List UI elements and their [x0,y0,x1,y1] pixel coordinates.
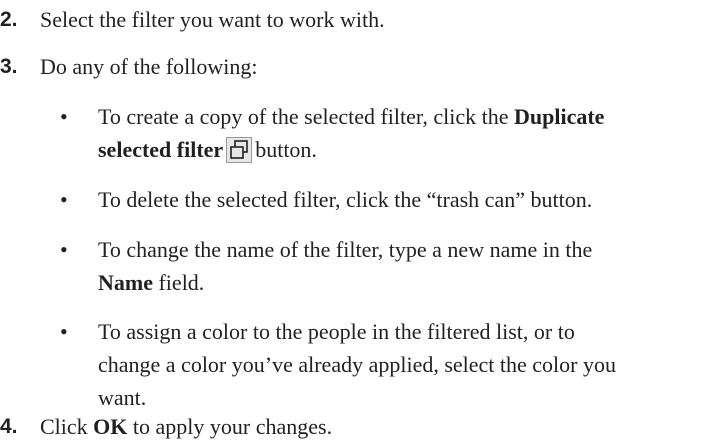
bullet-line: To create a copy of the selected filter,… [98,100,604,133]
bullet-marker: • [60,104,68,129]
bullet-text: To delete the selected filter, click the… [98,183,592,216]
text-run: To create a copy of the selected filter,… [98,104,514,129]
bullet-marker: • [60,187,68,212]
bullet-marker: • [60,319,68,344]
ui-label-name: Name [98,270,153,295]
step-number: 2. [0,8,18,31]
bullet-line: change a color you’ve already applied, s… [98,352,616,377]
ui-label-ok: OK [93,414,128,439]
bullet-line: Name field. [98,266,592,299]
ui-label-duplicate: Duplicate [513,104,605,129]
bullet-text: To assign a color to the people in the f… [98,315,616,414]
bullet-line: selected filter button. [98,133,604,166]
ui-label-selected-filter: selected filter [98,137,224,162]
step-number: 3. [0,55,18,78]
text-run: field. [152,270,205,295]
bullet-line: To change the name of the filter, type a… [98,237,593,262]
bullet-text: To change the name of the filter, type a… [98,233,592,299]
bullet-line: To assign a color to the people in the f… [98,319,575,344]
bullet-text: To create a copy of the selected filter,… [98,100,604,166]
step-text: Select the filter you want to work with. [40,7,385,32]
bullet-marker: • [60,237,68,262]
step-number: 4. [0,415,18,438]
text-run: to apply your changes. [127,414,333,439]
text-run: button. [255,137,317,162]
bullet-line: want. [98,385,147,410]
step-text: Click OK to apply your changes. [40,412,332,442]
text-run: Click [40,414,94,439]
duplicate-filter-icon [226,137,253,163]
step-text: Do any of the following: [40,54,258,79]
bullet-line: To delete the selected filter, click the… [98,187,593,212]
